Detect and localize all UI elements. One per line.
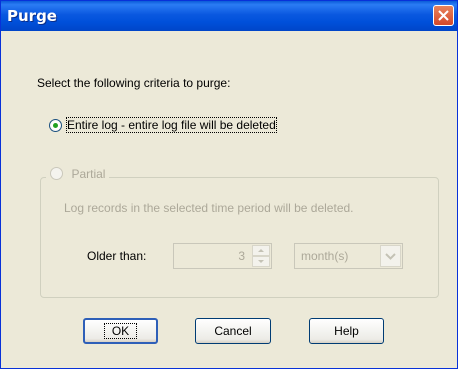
close-button[interactable] <box>433 5 454 26</box>
cancel-button[interactable]: Cancel <box>195 318 271 344</box>
title-bar[interactable]: Purge <box>1 1 457 31</box>
help-button-label: Help <box>334 324 359 338</box>
spin-up-button[interactable] <box>252 245 270 256</box>
help-button[interactable]: Help <box>309 318 384 344</box>
older-than-spinner[interactable]: 3 <box>173 243 272 269</box>
arrow-up-icon <box>258 249 264 252</box>
arrow-down-icon <box>258 260 264 263</box>
older-than-value[interactable]: 3 <box>238 249 245 263</box>
chevron-down-icon <box>385 253 396 260</box>
spin-down-button[interactable] <box>252 256 270 267</box>
cancel-button-label: Cancel <box>214 324 252 338</box>
entire-log-label[interactable]: Entire log - entire log file will be del… <box>66 117 277 133</box>
partial-legend: Partial <box>46 165 110 183</box>
purge-dialog: Purge Select the following criteria to p… <box>0 0 458 369</box>
window-title: Purge <box>7 7 57 25</box>
partial-label[interactable]: Partial <box>71 167 105 181</box>
period-unit-dropdown[interactable]: month(s) <box>294 243 403 269</box>
partial-radio[interactable] <box>50 167 63 181</box>
partial-description: Log records in the selected time period … <box>64 201 354 215</box>
ok-button[interactable]: OK <box>83 318 158 344</box>
ok-button-label: OK <box>103 323 138 339</box>
period-unit-value: month(s) <box>301 249 349 263</box>
partial-groupbox <box>40 177 439 298</box>
dropdown-button[interactable] <box>380 245 401 267</box>
entire-log-radio[interactable] <box>49 119 62 132</box>
close-icon <box>438 10 449 21</box>
older-than-label: Older than: <box>87 249 147 263</box>
purge-criteria-prompt: Select the following criteria to purge: <box>37 76 231 90</box>
